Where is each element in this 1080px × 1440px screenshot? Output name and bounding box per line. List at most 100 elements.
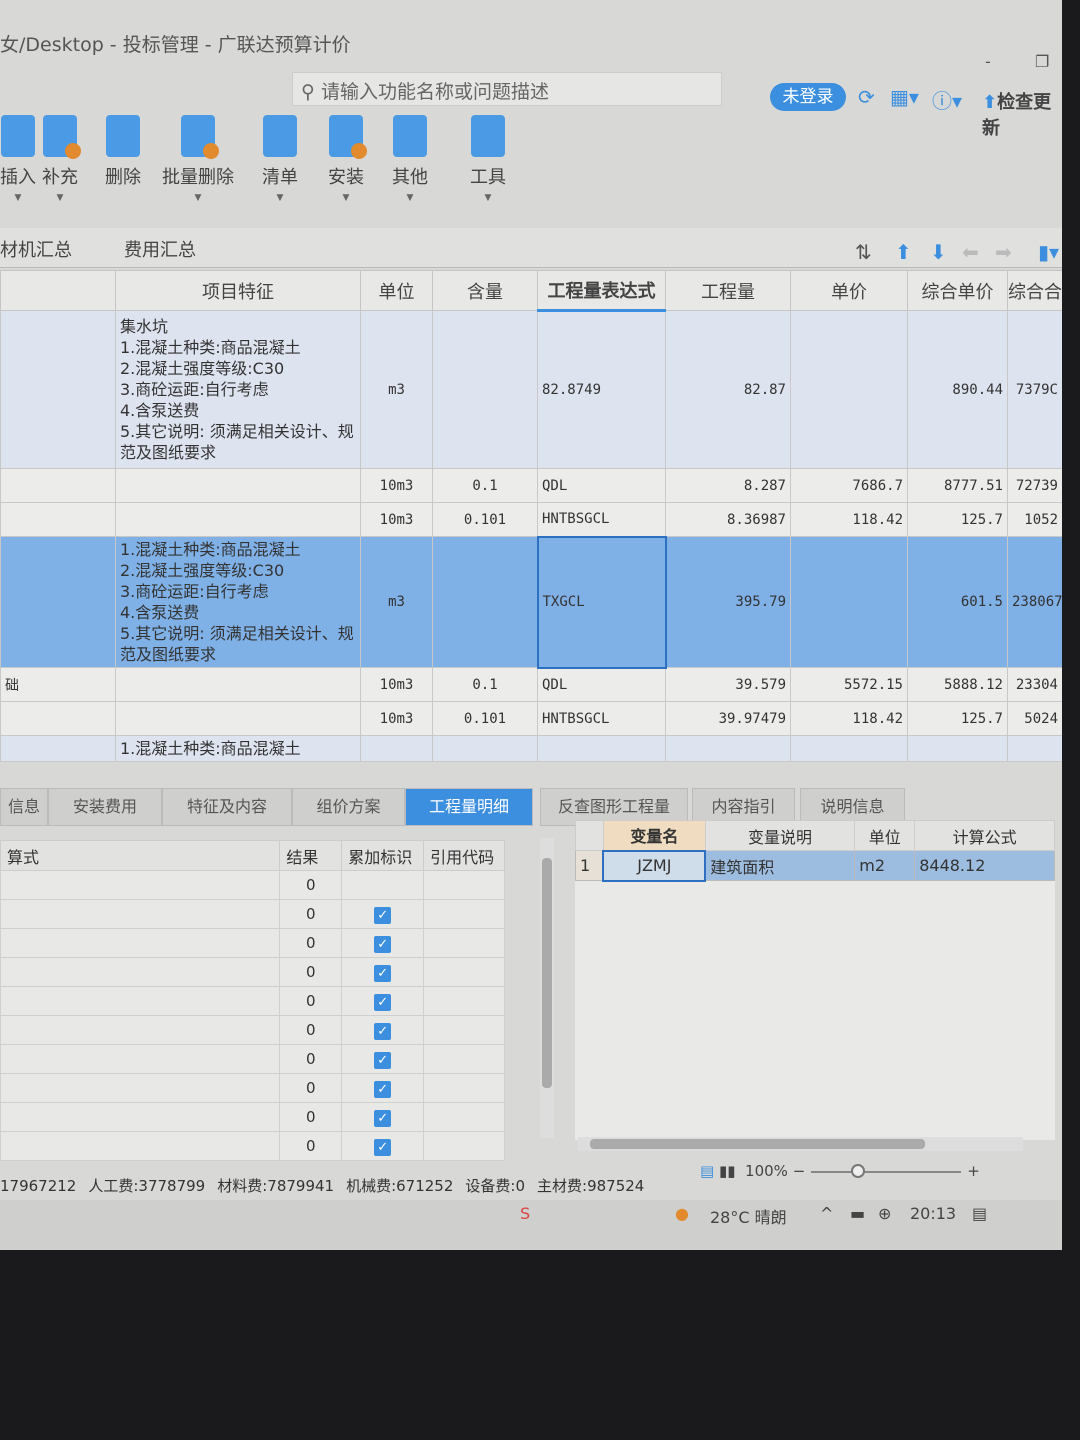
column-header[interactable]: 项目特征 [115, 270, 361, 311]
formula-cell[interactable] [0, 1044, 281, 1074]
table-cell[interactable] [665, 735, 791, 762]
table-cell[interactable]: 125.7 [907, 701, 1008, 736]
ref-code-cell[interactable] [423, 986, 505, 1016]
table-cell[interactable]: 7379C [1007, 310, 1062, 469]
table-row[interactable]: 1.混凝土种类:商品混凝土 [0, 735, 1062, 762]
column-header[interactable]: 单位 [854, 820, 916, 851]
arrow-right-icon[interactable]: ➡ [995, 240, 1012, 264]
accumulate-checkbox[interactable] [341, 870, 425, 900]
ref-code-cell[interactable] [423, 1015, 505, 1045]
column-header[interactable]: 结果 [279, 840, 343, 871]
table-cell[interactable]: 0.101 [432, 502, 538, 537]
table-cell[interactable]: 5888.12 [907, 667, 1008, 702]
table-cell[interactable]: 8.36987 [665, 502, 791, 537]
table-cell[interactable] [432, 310, 538, 469]
accumulate-checkbox[interactable]: ✓ [341, 1044, 425, 1074]
table-cell[interactable] [432, 735, 538, 762]
ref-code-cell[interactable] [423, 957, 505, 987]
table-row[interactable]: 0 ✓ [0, 928, 505, 958]
variable-desc-cell[interactable]: 建筑面积 [704, 850, 856, 881]
formula-cell[interactable]: 8448.12 [914, 850, 1055, 881]
arrow-left-icon[interactable]: ⬅ [962, 240, 979, 264]
column-header[interactable]: 单价 [790, 270, 908, 311]
ref-code-cell[interactable] [423, 899, 505, 929]
horizontal-scrollbar[interactable] [578, 1137, 1023, 1151]
table-row[interactable]: 10m3 0.101 HNTBSGCL 8.36987 118.42 125.7 1052 [0, 502, 1062, 537]
accumulate-checkbox[interactable]: ✓ [341, 899, 425, 929]
table-cell[interactable] [790, 735, 908, 762]
search-input[interactable]: ⚲ 请输入功能名称或问题描述 [292, 72, 722, 106]
accumulate-checkbox[interactable]: ✓ [341, 1073, 425, 1103]
table-cell[interactable]: 0.1 [432, 667, 538, 702]
zoom-out-button[interactable]: − [793, 1162, 806, 1180]
formula-cell[interactable] [0, 1131, 281, 1161]
table-row[interactable]: 10m3 0.1 QDL 8.287 7686.7 8777.51 72739 [0, 468, 1062, 503]
table-row[interactable]: 0 ✓ [0, 899, 505, 929]
table-cell[interactable]: TXGCL [536, 535, 667, 669]
table-cell[interactable]: 23304 [1007, 667, 1062, 702]
table-cell[interactable]: 125.7 [907, 502, 1008, 537]
table-row[interactable]: 10m3 0.101 HNTBSGCL 39.97479 118.42 125.7 5024 [0, 701, 1062, 736]
apps-icon[interactable]: ▦▾ [890, 85, 919, 109]
table-cell[interactable] [432, 536, 538, 668]
formula-cell[interactable] [0, 928, 281, 958]
table-cell[interactable]: 5572.15 [790, 667, 908, 702]
table-row[interactable]: 0 ✓ [0, 1073, 505, 1103]
table-row[interactable]: 0 ✓ [0, 1102, 505, 1132]
tab-material-summary[interactable]: 材机汇总 [0, 236, 72, 262]
column-header[interactable] [0, 270, 116, 311]
table-cell[interactable]: 82.8749 [537, 310, 666, 469]
column-header[interactable]: 工程量 [665, 270, 791, 311]
app-icon[interactable]: S [520, 1204, 530, 1223]
table-cell[interactable] [360, 735, 433, 762]
table-cell[interactable]: 8.287 [665, 468, 791, 503]
settings-icon[interactable]: ▮▾ [1038, 240, 1059, 264]
notification-icon[interactable]: ▤ [972, 1204, 987, 1223]
ref-code-cell[interactable] [423, 928, 505, 958]
table-cell[interactable]: 82.87 [665, 310, 791, 469]
column-header[interactable]: 算式 [0, 840, 281, 871]
formula-cell[interactable] [0, 1102, 281, 1132]
table-cell[interactable]: 7686.7 [790, 468, 908, 503]
accumulate-checkbox[interactable]: ✓ [341, 986, 425, 1016]
table-cell[interactable]: 395.79 [665, 536, 791, 668]
table-cell[interactable] [115, 701, 361, 736]
table-cell[interactable] [0, 735, 116, 762]
column-header[interactable]: 累加标识 [341, 840, 425, 871]
network-icon[interactable]: ⊕ [878, 1204, 891, 1223]
bottom-tab[interactable]: 组价方案 [292, 788, 405, 826]
table-cell[interactable]: 础 [0, 667, 116, 702]
table-cell[interactable]: 10m3 [360, 667, 433, 702]
vertical-scrollbar[interactable] [540, 838, 554, 1138]
column-header[interactable]: 引用代码 [423, 840, 505, 871]
table-row[interactable]: 1 JZMJ 建筑面积 m2 8448.12 [575, 849, 1055, 882]
table-cell[interactable]: 0.101 [432, 701, 538, 736]
column-header[interactable]: 计算公式 [914, 820, 1055, 851]
accumulate-checkbox[interactable]: ✓ [341, 1015, 425, 1045]
table-cell[interactable]: 39.97479 [665, 701, 791, 736]
column-header[interactable]: 综合单价 [907, 270, 1008, 311]
toolbar-6-button[interactable]: 其他 ▼ [392, 115, 428, 203]
toolbar-3-button[interactable]: 批量删除 ▼ [162, 115, 234, 203]
formula-cell[interactable] [0, 986, 281, 1016]
sort-icon[interactable]: ⇅ [855, 240, 872, 264]
formula-cell[interactable] [0, 899, 281, 929]
zoom-in-button[interactable]: + [967, 1162, 980, 1180]
table-cell[interactable] [0, 468, 116, 503]
bottom-tab[interactable]: 工程量明细 [405, 788, 533, 826]
ref-code-cell[interactable] [423, 1044, 505, 1074]
formula-cell[interactable] [0, 957, 281, 987]
ref-code-cell[interactable] [423, 1073, 505, 1103]
table-row[interactable]: 0 ✓ [0, 1131, 505, 1161]
ref-code-cell[interactable] [423, 1102, 505, 1132]
table-cell[interactable]: HNTBSGCL [537, 701, 666, 736]
toolbar-0-button[interactable]: 插入 ▼ [0, 115, 36, 203]
column-header[interactable]: 工程量表达式 [537, 270, 666, 312]
table-cell[interactable]: 集水坑 1.混凝土种类:商品混凝土 2.混凝土强度等级:C30 3.商砼运距:自… [115, 310, 361, 469]
column-header[interactable]: 单位 [360, 270, 433, 311]
toolbar-5-button[interactable]: 安装 ▼ [328, 115, 367, 203]
move-up-icon[interactable]: ⬆ [895, 240, 912, 264]
formula-cell[interactable] [0, 1073, 281, 1103]
table-row[interactable]: 1.混凝土种类:商品混凝土 2.混凝土强度等级:C30 3.商砼运距:自行考虑 … [0, 535, 1062, 669]
table-cell[interactable] [0, 701, 116, 736]
